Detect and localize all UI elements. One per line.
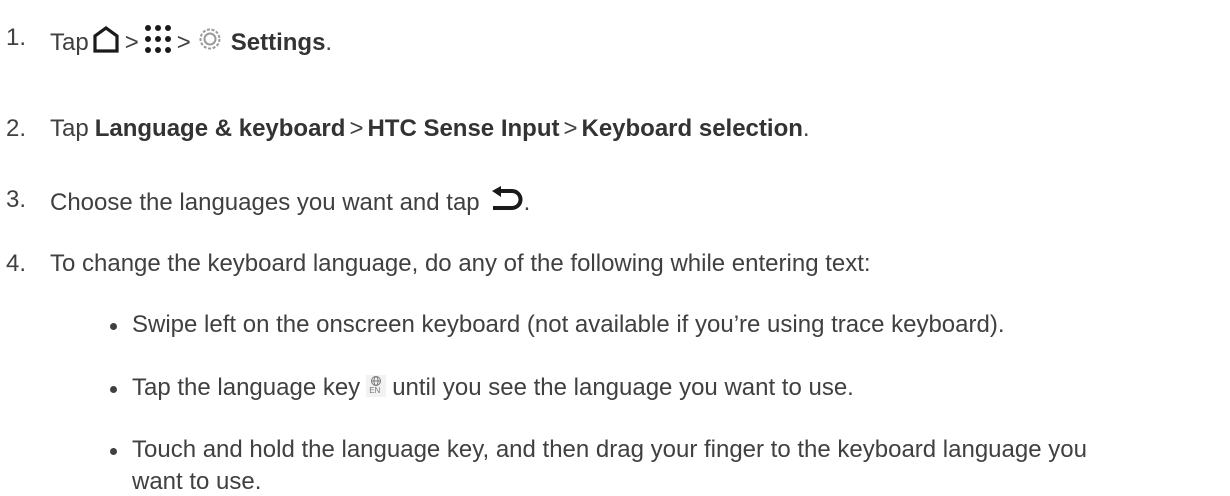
apps-grid-icon: [143, 24, 173, 61]
bullet-item: Swipe left on the onscreen keyboard (not…: [0, 311, 1230, 341]
bullet-text-line1: Touch and hold the language key, and the…: [132, 436, 1087, 463]
bullet-text-pre: Tap the language key: [132, 374, 361, 401]
bullet-dot: [110, 323, 117, 330]
language-key-icon: EN: [366, 375, 387, 399]
separator: >: [124, 28, 139, 56]
step-3-text: Choose the languages you want and tap: [50, 188, 480, 216]
tap-text: Tap: [50, 115, 89, 142]
period: .: [523, 188, 531, 216]
bullet-text-post: until you see the language you want to u…: [392, 374, 854, 401]
instructions-page: 1. Tap > > Settings . 2. Tap Language & …: [0, 0, 1230, 495]
htc-sense-input-label: HTC Sense Input: [367, 115, 560, 142]
step-number: 3.: [6, 186, 27, 213]
tap-text: Tap: [50, 28, 89, 56]
separator: >: [349, 115, 364, 142]
home-icon: [91, 25, 121, 60]
step-number: 1.: [6, 24, 27, 51]
language-key-label: EN: [369, 386, 381, 395]
step-number: 2.: [6, 115, 27, 142]
period: .: [325, 28, 333, 56]
settings-label: Settings: [230, 28, 326, 56]
bullet-text: Swipe left on the onscreen keyboard (not…: [132, 311, 1005, 338]
back-arrow-icon: [490, 186, 524, 219]
bullet-item: Tap the language key EN until you see th…: [0, 374, 1230, 404]
separator: >: [563, 115, 578, 142]
language-keyboard-label: Language & keyboard: [94, 115, 346, 142]
keyboard-selection-label: Keyboard selection: [581, 115, 803, 142]
step-number: 4.: [6, 250, 27, 277]
bullet-text-line2: want to use.: [132, 468, 262, 495]
settings-gear-icon: [197, 26, 223, 59]
bullet-item: Touch and hold the language key, and the…: [0, 436, 1230, 466]
bullet-dot: [110, 386, 117, 393]
bullet-dot: [110, 448, 117, 455]
step-4-text: To change the keyboard language, do any …: [50, 250, 871, 277]
separator: >: [176, 28, 191, 56]
period: .: [802, 115, 810, 142]
